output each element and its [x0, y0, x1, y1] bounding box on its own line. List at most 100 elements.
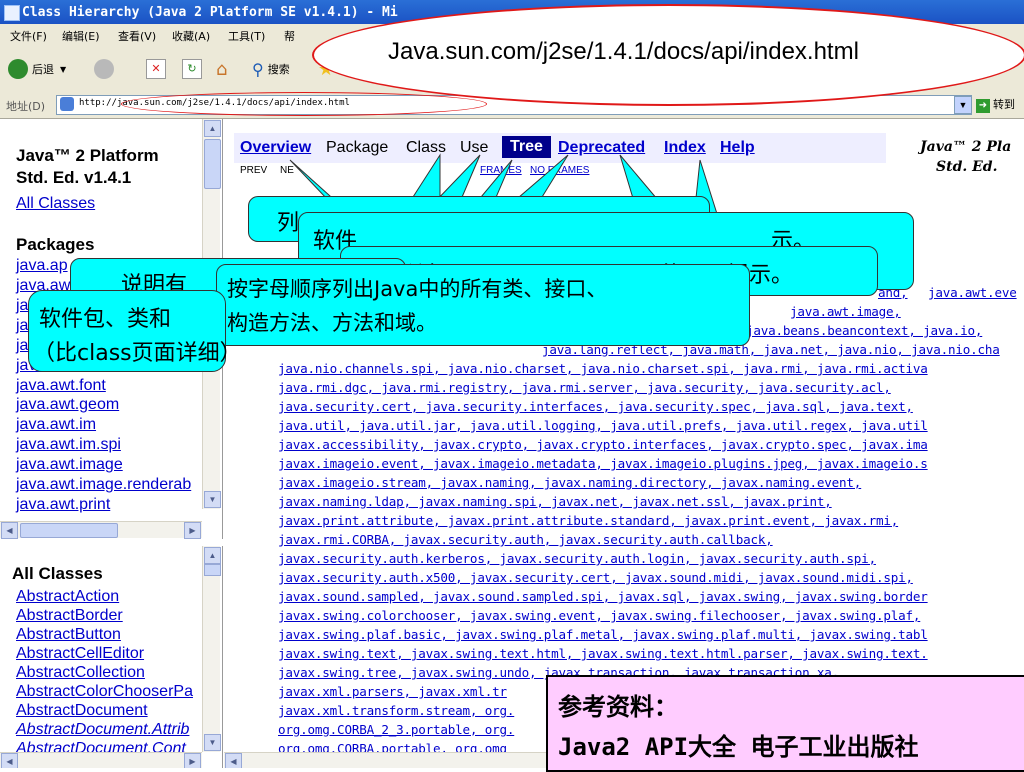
all-classes-heading: All Classes [12, 564, 103, 583]
nav-prev: PREV [240, 165, 268, 176]
nav-index[interactable]: Index [664, 139, 706, 157]
scroll-up-icon[interactable]: ▲ [204, 547, 221, 564]
package-line[interactable]: javax.security.auth.x500, javax.security… [278, 570, 913, 585]
scroll-down-icon[interactable]: ▼ [204, 734, 221, 751]
platform-name: Java™ 2 Pla Std. Ed. [920, 139, 1012, 175]
url-highlight-oval [121, 92, 487, 116]
back-button[interactable]: 后退 ▼ [8, 57, 66, 81]
package-line[interactable]: java.nio.channels.spi, java.nio.charset,… [278, 361, 928, 376]
package-line[interactable]: javax.accessibility, javax.crypto, javax… [278, 437, 928, 452]
nav-help[interactable]: Help [720, 139, 755, 157]
package-link[interactable]: java.awt.image [16, 456, 123, 474]
package-link[interactable]: java.ap [16, 257, 68, 275]
menu-file[interactable]: 文件(F) [10, 28, 47, 44]
scroll-thumb[interactable] [20, 523, 118, 538]
nav-package: Package [326, 139, 389, 156]
package-line[interactable]: java.awt.image, [790, 304, 901, 319]
package-line[interactable]: java.util, java.util.jar, java.util.logg… [278, 418, 928, 433]
class-link[interactable]: AbstractAction [16, 588, 119, 606]
refresh-button[interactable]: ↻ [182, 57, 202, 81]
package-line[interactable]: javax.sound.sampled, javax.sound.sampled… [278, 589, 928, 604]
menu-favorites[interactable]: 收藏(A) [172, 28, 210, 44]
menu-view[interactable]: 查看(V) [118, 28, 156, 44]
scroll-left-icon[interactable]: ◀ [1, 753, 18, 768]
package-line[interactable]: javax.swing.colorchooser, javax.swing.ev… [278, 608, 920, 623]
package-line[interactable]: javax.swing.text, javax.swing.text.html,… [278, 646, 928, 661]
package-link[interactable]: java.awt.image.renderab [16, 476, 191, 494]
home-icon: ⌂ [216, 58, 228, 80]
package-link[interactable]: java.awt.eve [928, 285, 1017, 300]
nav-deprecated[interactable]: Deprecated [558, 139, 645, 157]
class-link[interactable]: AbstractColorChooserPa [16, 683, 193, 701]
callout-index: 按字母顺序列出Java中的所有类、接口、 构造方法、方法和域。 [216, 264, 750, 346]
package-line[interactable]: javax.xml.transform.stream, org. [278, 703, 514, 718]
package-line[interactable]: java.beans.beancontext, java.io, [746, 323, 982, 338]
scroll-left-icon[interactable]: ◀ [1, 522, 18, 539]
forward-button[interactable] [94, 57, 114, 81]
interface-link[interactable]: AbstractDocument.Attrib [16, 721, 189, 739]
package-line[interactable]: javax.swing.plaf.basic, javax.swing.plaf… [278, 627, 928, 642]
package-line[interactable]: javax.imageio.stream, javax.naming, java… [278, 475, 861, 490]
scroll-right-icon[interactable]: ▶ [184, 522, 201, 539]
scroll-thumb[interactable] [204, 564, 221, 576]
scroll-down-icon[interactable]: ▼ [204, 491, 221, 508]
scroll-right-icon[interactable]: ▶ [184, 753, 201, 768]
package-line[interactable]: java.rmi.dgc, java.rmi.registry, java.rm… [278, 380, 891, 395]
package-link[interactable]: java.awt.geom [16, 396, 119, 414]
class-link[interactable]: AbstractCellEditor [16, 645, 144, 663]
package-link[interactable]: ja [16, 317, 28, 335]
nav-use: Use [460, 139, 489, 156]
refresh-icon: ↻ [182, 59, 202, 79]
menu-tools[interactable]: 工具(T) [228, 28, 265, 44]
package-line[interactable]: org.omg.CORBA_2_3.portable, org. [278, 722, 514, 737]
all-classes-link[interactable]: All Classes [16, 195, 95, 213]
packages-heading: Packages [16, 235, 95, 254]
window-title: Class Hierarchy (Java 2 Platform SE v1.4… [22, 5, 398, 20]
back-label: 后退 [32, 63, 54, 76]
search-icon: ⚲ [252, 59, 264, 79]
package-line[interactable]: javax.naming.ldap, javax.naming.spi, jav… [278, 494, 832, 509]
home-button[interactable]: ⌂ [216, 57, 227, 81]
forward-arrow-icon [94, 59, 114, 79]
classes-horizontal-scrollbar[interactable]: ◀ ▶ [0, 752, 202, 768]
package-link[interactable]: java.awt.font [16, 377, 106, 395]
package-line[interactable]: javax.print.attribute, javax.print.attri… [278, 513, 898, 528]
scroll-left-icon[interactable]: ◀ [225, 753, 242, 768]
nav-no-frames[interactable]: NO FRAMES [530, 165, 589, 176]
menu-help[interactable]: 帮 [284, 28, 295, 44]
nav-overview[interactable]: Overview [240, 139, 311, 157]
class-link[interactable]: AbstractCollection [16, 664, 145, 682]
package-line[interactable]: javax.rmi.CORBA, javax.security.auth, ja… [278, 532, 773, 547]
stop-button[interactable]: ✕ [146, 57, 166, 81]
stop-icon: ✕ [146, 59, 166, 79]
page-icon [60, 97, 74, 111]
package-line[interactable]: javax.imageio.event, javax.imageio.metad… [278, 456, 928, 471]
nav-frames[interactable]: FRAMES [480, 165, 522, 176]
scroll-up-icon[interactable]: ▲ [204, 120, 221, 137]
go-button[interactable]: ➜ 转到 [976, 96, 1015, 113]
package-link[interactable]: ja [16, 297, 28, 315]
address-label: 地址(D) [6, 100, 46, 113]
package-link[interactable]: java.awt.im.spi [16, 436, 121, 454]
menu-edit[interactable]: 编辑(E) [62, 28, 100, 44]
ie-icon [4, 5, 20, 21]
class-link[interactable]: AbstractButton [16, 626, 121, 644]
back-arrow-icon [8, 59, 28, 79]
package-line[interactable]: java.security.cert, java.security.interf… [278, 399, 913, 414]
package-link[interactable]: java.awt.im [16, 416, 96, 434]
classes-vertical-scrollbar[interactable]: ▲ ▼ [202, 546, 221, 752]
search-button[interactable]: ⚲ 搜索 [252, 57, 290, 81]
class-link[interactable]: AbstractBorder [16, 607, 123, 625]
reference-book: Java2 API大全 电子工业出版社 [558, 733, 919, 761]
class-link[interactable]: AbstractDocument [16, 702, 148, 720]
package-line[interactable]: javax.security.auth.kerberos, javax.secu… [278, 551, 876, 566]
package-line[interactable]: javax.xml.parsers, javax.xml.tr [278, 684, 507, 699]
nav-tree: Tree [502, 136, 551, 158]
scroll-thumb[interactable] [204, 139, 221, 189]
address-dropdown[interactable]: ▼ [954, 96, 972, 114]
package-link[interactable]: ja [16, 337, 28, 355]
packages-horizontal-scrollbar[interactable]: ◀ ▶ [0, 521, 202, 539]
package-link[interactable]: java.awt.print [16, 496, 110, 514]
chevron-down-icon: ▼ [60, 64, 67, 74]
go-label: 转到 [993, 98, 1015, 111]
